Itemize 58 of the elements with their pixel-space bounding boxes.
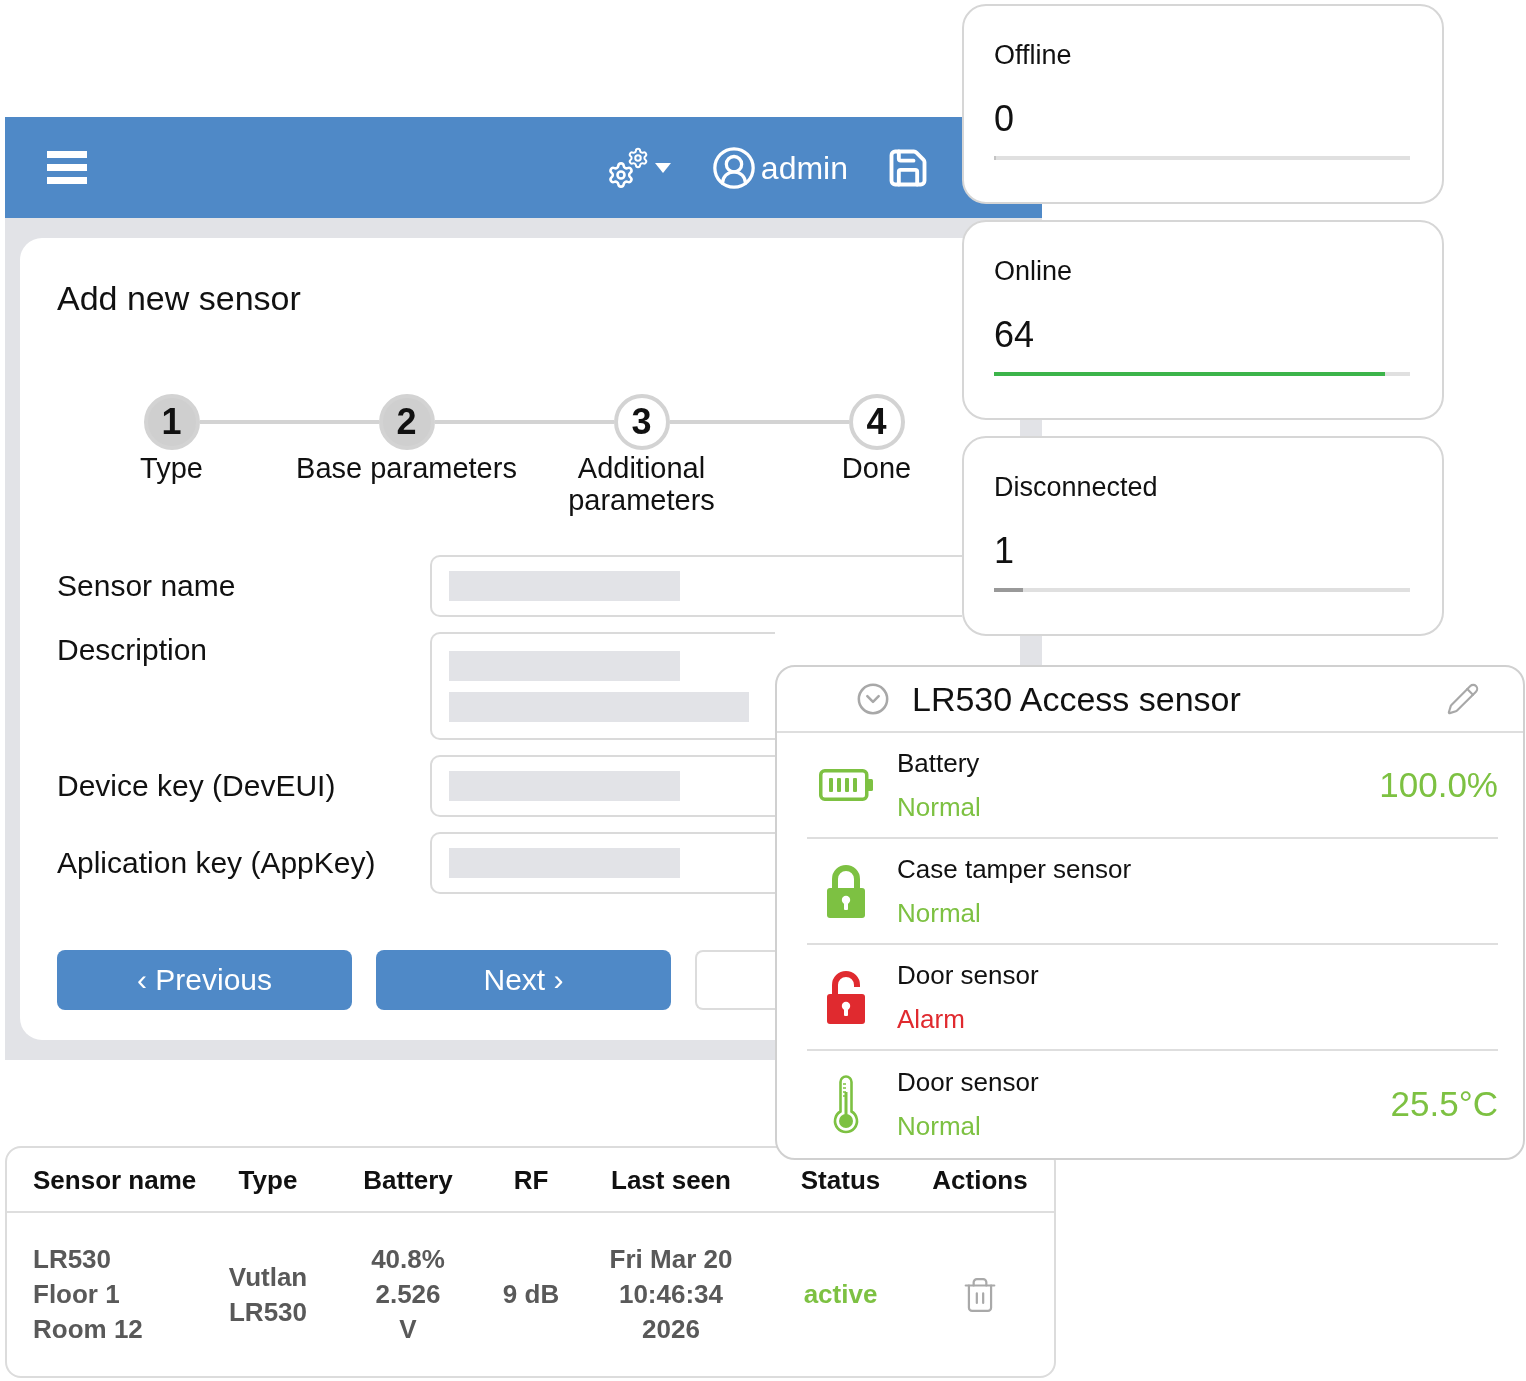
- sensor-status: Normal: [897, 791, 981, 824]
- field-label: Aplication key (AppKey): [57, 845, 376, 881]
- status-label: Online: [994, 256, 1074, 286]
- field-label: Device key (DevEUI): [57, 768, 336, 804]
- sensor-title: LR530 Access sensor: [912, 679, 1241, 719]
- step-nav-button[interactable]: Next ›: [376, 950, 671, 1010]
- status-count: 0: [994, 99, 1016, 139]
- column-header: Sensor name: [33, 1163, 197, 1196]
- step-label: Done: [841, 452, 912, 486]
- table-cell-text: Fri Mar 20 10:46:34 2026: [609, 1243, 733, 1346]
- status-text: active: [803, 1278, 878, 1311]
- status-count: 1: [994, 531, 1016, 571]
- column-header: Type: [238, 1163, 298, 1196]
- step-label: Type: [140, 452, 203, 486]
- column-header: RF: [513, 1163, 549, 1196]
- input-field[interactable]: [430, 555, 962, 617]
- sensor-status: Alarm: [897, 1003, 966, 1036]
- gears-icon: [606, 146, 649, 189]
- form-title: Add new sensor: [57, 278, 302, 318]
- textarea-field[interactable]: [430, 632, 775, 740]
- step-indicator: 2: [378, 394, 435, 450]
- caret-icon: [654, 162, 671, 173]
- table-cell-text: 9 dB: [502, 1278, 560, 1311]
- sensor-reading: 25.5°C: [1390, 1083, 1498, 1125]
- user-menu-button[interactable]: admin: [710, 144, 848, 191]
- outline-button[interactable]: [695, 950, 775, 1010]
- column-header: Status: [800, 1163, 881, 1196]
- step-indicator: 4: [848, 394, 905, 450]
- step-indicator: 3: [613, 394, 670, 450]
- column-header: Battery: [363, 1163, 453, 1196]
- settings-menu-button[interactable]: [606, 146, 671, 189]
- field-label: Sensor name: [57, 568, 236, 604]
- sensor-label: Door sensor: [897, 1066, 1039, 1099]
- status-label: Offline: [994, 40, 1073, 70]
- menu-icon[interactable]: [47, 151, 87, 184]
- status-label: Disconnected: [994, 472, 1159, 502]
- table-cell-text: 40.8% 2.526 V: [371, 1243, 445, 1346]
- chevron-down-icon[interactable]: [856, 682, 890, 716]
- sensor-label: Battery: [897, 747, 981, 780]
- table-cell-text: LR530 Floor 1 Room 12: [33, 1243, 143, 1346]
- user-icon: [710, 144, 757, 191]
- step-indicator: 1: [143, 394, 200, 450]
- step-label: Base parameters: [296, 452, 517, 486]
- step-nav-button[interactable]: ‹ Previous: [57, 950, 352, 1010]
- column-header: Last seen: [611, 1163, 731, 1196]
- sensor-status: Normal: [897, 1110, 982, 1143]
- input-field[interactable]: [430, 832, 775, 894]
- table-cell-text: Vutlan LR530: [228, 1260, 308, 1329]
- edit-icon[interactable]: [1446, 682, 1480, 716]
- status-count: 64: [994, 315, 1036, 355]
- sensor-reading: 100.0%: [1379, 764, 1498, 806]
- field-label: Description: [57, 632, 208, 668]
- sensor-label: Case tamper sensor: [897, 853, 1132, 886]
- sensor-status: Normal: [897, 897, 982, 930]
- step-label: Additional parameters: [567, 452, 716, 516]
- input-field[interactable]: [430, 755, 775, 817]
- sensor-label: Door sensor: [897, 959, 1039, 992]
- column-header: Actions: [932, 1163, 1028, 1196]
